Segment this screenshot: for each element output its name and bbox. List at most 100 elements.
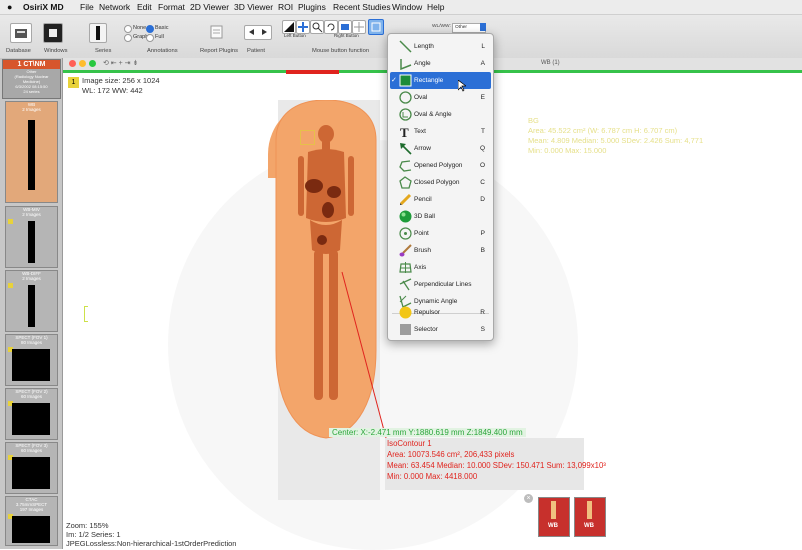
sync-controls-icon[interactable]: ⟲ ⇤ + ⇥ ⇟ [103,59,138,67]
axis-icon [399,262,412,273]
roi-bg-minmax: Min: 0.000 Max: 15.000 [528,146,607,155]
menu-item-point[interactable]: Point P [390,225,491,242]
menu-item-repulsor[interactable]: Repulsor R [390,304,491,321]
annotation-graphic-radio[interactable] [124,34,132,42]
menu-item-label: Selector [414,326,438,333]
menu-network[interactable]: Network [99,2,130,12]
toolbar-label-series: Series [95,48,112,54]
close-window-icon[interactable] [69,60,76,67]
rotate-tool-button[interactable] [324,20,338,34]
minimize-window-icon[interactable] [79,60,86,67]
apple-menu-icon[interactable]: ● [7,2,12,12]
move-tool-button[interactable] [296,20,310,34]
wlww-popup-arrow-icon[interactable] [480,23,486,31]
menu-format[interactable]: Format [158,2,185,12]
series-thumb-wb-diff[interactable]: WB-DIFF 2 Images [5,270,58,332]
menu-window[interactable]: Window [392,2,422,12]
series-thumb-spect-2[interactable]: SPECT (FOV 2) 60 Images [5,388,58,440]
menu-item-label: Point [414,230,429,237]
app-menu[interactable]: OsiriX MD [23,2,64,12]
rotate-icon [327,23,335,31]
menu-item-arrow[interactable]: Arrow Q [390,140,491,157]
menu-file[interactable]: File [80,2,94,12]
wl-tool-button[interactable] [282,20,296,34]
series-thumb-wb-miv[interactable]: WB-MIV 2 Images [5,206,58,268]
annotation-basic-radio[interactable] [146,25,154,33]
series-icon [96,26,100,40]
crosshair-tool-button[interactable] [352,20,366,34]
annotation-full-radio[interactable] [146,34,154,42]
menu-item-perpendicular-lines[interactable]: Perpendicular Lines [390,276,491,293]
ball-icon [399,210,412,223]
series-thumb-spect-3[interactable]: SPECT (FOV 3) 60 Images [5,442,58,494]
report-plugins-button[interactable] [208,24,226,40]
menu-item-closed-polygon[interactable]: Closed Polygon C [390,174,491,191]
menu-item-label: Text [414,128,426,135]
menu-item-3d-ball[interactable]: 3D Ball [390,208,491,225]
menu-plugins[interactable]: Plugins [298,2,326,12]
menu-item-axis[interactable]: Axis [390,259,491,276]
annotation-none-radio[interactable] [124,25,132,33]
patient-nav-button[interactable] [244,25,272,40]
menu-recent-studies[interactable]: Recent Studies [333,2,391,12]
roi-bg-stats: Mean: 4.809 Median: 5.000 SDev: 2.426 Su… [528,136,704,145]
menu-item-oval[interactable]: Oval E [390,89,491,106]
rectangle-roi-icon [371,22,381,32]
toolbar-label-report-plugins: Report Plugins [200,48,239,54]
annotation-full-label: Full [155,34,164,40]
roi-iso-info: IsoContour 1 Area: 10073.546 cm², 206,43… [385,438,606,490]
annotation-none-label: None [133,25,147,31]
zoom-window-icon[interactable] [89,60,96,67]
bottom-thumb-wb-1[interactable]: WB [538,497,570,537]
menu-item-label: Angle [414,60,431,67]
menu-item-label: Brush [414,247,431,254]
bottom-thumb-wb-2[interactable]: WB [574,497,606,537]
menu-item-shortcut: C [480,179,485,186]
roi-tool-button[interactable] [368,19,384,35]
thumb-body-image [587,501,592,519]
menu-bar: ● OsiriX MD File Network Edit Format 2D … [0,0,802,15]
series-thumb-ctac[interactable]: CTAC 3.75mmSPECT 197 Images [5,496,58,546]
database-button[interactable] [10,23,32,43]
series-thumb-spect-1[interactable]: SPECT (FOV 1) 80 Images [5,334,58,386]
menu-item-selector[interactable]: Selector S [390,321,491,338]
thumb-body-image [551,501,556,519]
menu-item-label: Repulsor [414,309,441,316]
series-thumb-wb[interactable]: WB 2 Images [5,101,58,203]
zoom-tool-button[interactable] [310,20,324,34]
series-thumbnail-image [28,221,35,263]
menu-item-label: 3D Ball [414,213,435,220]
roi-bg-rectangle[interactable] [300,130,315,145]
menu-item-oval-angle[interactable]: Oval & Angle [390,106,491,123]
menu-item-shortcut: P [480,230,485,237]
menu-item-pencil[interactable]: Pencil D [390,191,491,208]
point-icon [399,227,412,240]
menu-item-opened-polygon[interactable]: Opened Polygon O [390,157,491,174]
text-icon: T [400,125,409,138]
report-icon [210,25,223,39]
windows-button[interactable] [43,23,63,43]
database-icon [15,29,27,38]
menu-2d-viewer[interactable]: 2D Viewer [190,2,229,12]
left-button-label: Left Button [284,33,306,38]
menu-item-length[interactable]: Length L [390,38,491,55]
menu-edit[interactable]: Edit [137,2,152,12]
menu-item-label: Perpendicular Lines [414,281,472,288]
menu-roi[interactable]: ROI [278,2,293,12]
contrast-icon [284,22,294,32]
close-thumbnails-icon[interactable]: × [524,494,533,503]
menu-item-text[interactable]: T Text T [390,123,491,140]
series-thumbnail-image [28,120,35,190]
menu-item-label: Pencil [414,196,432,203]
series-button[interactable] [89,23,107,43]
menu-3d-viewer[interactable]: 3D Viewer [234,2,273,12]
menu-item-rectangle[interactable]: ✓ Rectangle [390,72,491,89]
menu-item-angle[interactable]: Angle A [390,55,491,72]
series-count-extra: 197 Images [19,507,44,512]
series-count: 2 Images [22,107,41,112]
scroll-tool-button[interactable] [338,20,352,34]
center-coordinates: Center: X:-2.471 mm Y:1880.619 mm Z:1849… [329,428,526,437]
menu-help[interactable]: Help [427,2,444,12]
menu-item-brush[interactable]: Brush B [390,242,491,259]
study-header[interactable]: 1 CT\NM Other (Radiology Nuclear Medicin… [2,59,61,99]
